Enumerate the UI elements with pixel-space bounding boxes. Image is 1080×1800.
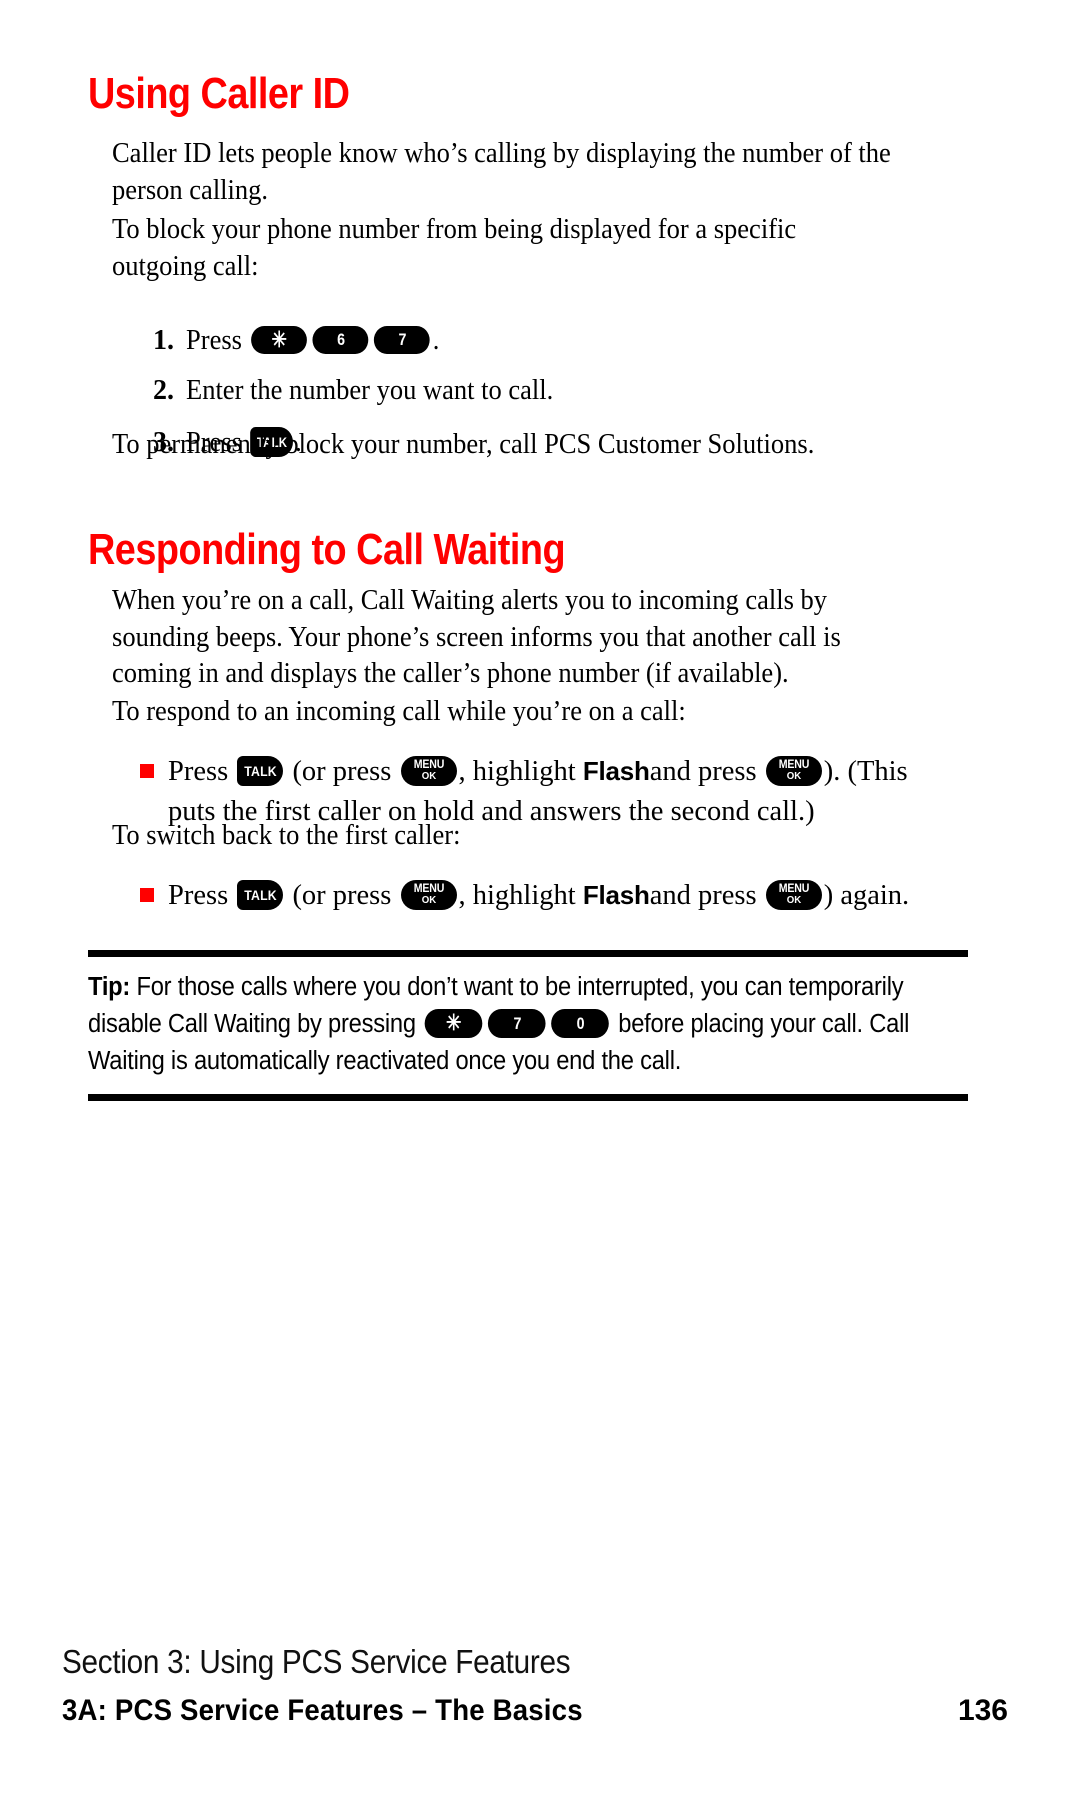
key-7-icon[interactable]: 7 [374, 326, 430, 355]
tip-label: Tip: [88, 973, 131, 1001]
bullet-text-highlight: , highlight [458, 756, 576, 787]
key-7-icon[interactable]: 7 [488, 1008, 546, 1038]
key-star-icon[interactable]: ✳ [251, 326, 308, 355]
paragraph-call-waiting-intro: When you’re on a call, Call Waiting aler… [112, 585, 841, 689]
paragraph-caller-id-intro: Caller ID lets people know who’s calling… [112, 138, 891, 206]
paragraph-switch-back-intro: To switch back to the first caller: [112, 820, 461, 851]
bullet-text-press: Press [168, 880, 229, 911]
key-menu-ok-icon[interactable]: MENU OK [400, 756, 457, 787]
tip-callout-box: Tip: For those calls where you don’t wan… [88, 950, 968, 1101]
key-6-icon[interactable]: 6 [312, 326, 369, 355]
bullet-text-tail: ). (This [823, 756, 908, 787]
tip-text: Tip: For those calls where you don’t wan… [88, 969, 967, 1080]
bullet-text-or-press: (or press [292, 756, 392, 787]
heading-using-caller-id: Using Caller ID [88, 69, 350, 118]
list-item-step-2: 2. Enter the number you want to call. [140, 372, 581, 410]
manual-page: Using Caller ID Caller ID lets people kn… [0, 0, 1080, 1800]
step-trailing-punctuation: . [432, 325, 440, 356]
paragraph-permanently-block: To permanently block your number, call P… [112, 429, 815, 460]
footer-chapter-label: 3A: PCS Service Features – The Basics [62, 1694, 583, 1727]
step-body: Press ✳ 6 7. [186, 322, 439, 360]
key-menu-ok-icon[interactable]: MENU OK [400, 880, 457, 911]
footer-section-label: Section 3: Using PCS Service Features [62, 1643, 571, 1680]
paragraph-respond-intro: To respond to an incoming call while you… [112, 696, 686, 727]
key-menu-ok-icon[interactable]: MENU OK [765, 756, 822, 787]
footer-page-number: 136 [957, 1694, 1008, 1727]
bullet-square-icon [140, 764, 154, 778]
step-label: Press [186, 325, 242, 356]
bullet-text-highlight: , highlight [458, 880, 576, 911]
bullet-emphasis-flash: Flash [582, 756, 650, 786]
bullet-text-tail: ) again. [823, 880, 910, 911]
key-menu-ok-icon[interactable]: MENU OK [765, 880, 822, 911]
bullet-text-and-press: and press [649, 880, 757, 911]
bullet-body: Press TALK (or press MENU OK, highlight F… [168, 880, 909, 911]
step-number: 2. [153, 375, 174, 406]
bullet-square-icon [140, 888, 154, 902]
bullet-text-press: Press [168, 756, 229, 787]
step-body: Enter the number you want to call. [186, 375, 554, 406]
bullet-text-or-press: (or press [292, 880, 392, 911]
key-0-icon[interactable]: 0 [551, 1008, 610, 1038]
step-number: 1. [153, 325, 174, 356]
list-item-bullet-2: Press TALK (or press MENU OK, highlight F… [140, 876, 970, 915]
paragraph-block-intro: To block your phone number from being di… [112, 214, 797, 282]
list-item-step-1: 1. Press ✳ 6 7. [140, 322, 458, 360]
key-talk-icon[interactable]: TALK [237, 756, 284, 787]
key-star-icon[interactable]: ✳ [424, 1008, 483, 1038]
bullet-text-and-press: and press [649, 756, 757, 787]
bullet-emphasis-flash: Flash [582, 880, 650, 910]
key-talk-icon[interactable]: TALK [237, 880, 284, 911]
heading-responding-to-call-waiting: Responding to Call Waiting [88, 525, 566, 574]
